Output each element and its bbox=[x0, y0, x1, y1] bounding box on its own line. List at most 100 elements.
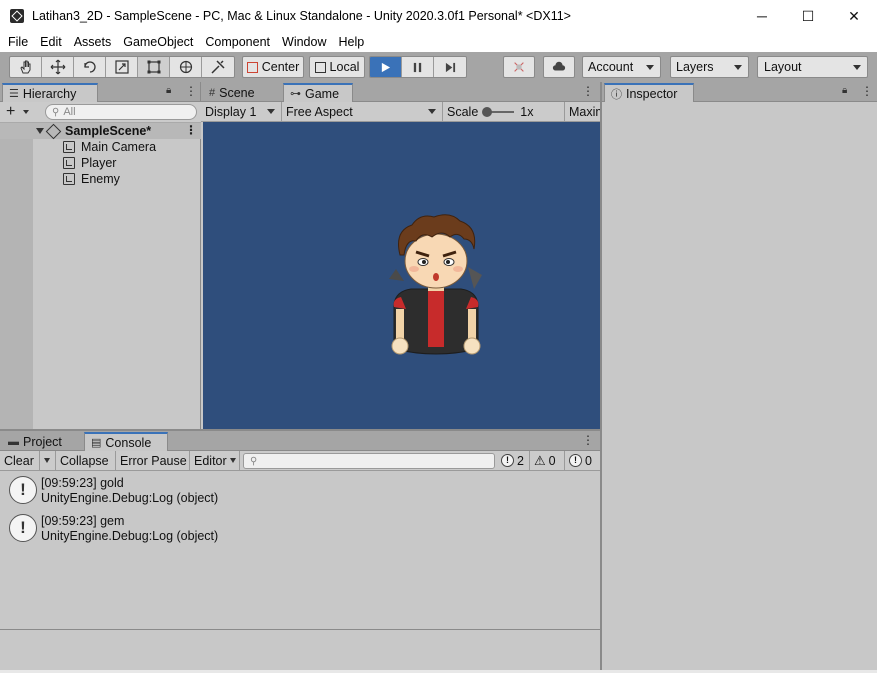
chevron-down-icon bbox=[44, 458, 50, 463]
step-button[interactable] bbox=[434, 57, 466, 77]
menu-window[interactable]: Window bbox=[276, 35, 332, 49]
account-dropdown[interactable]: Account bbox=[582, 56, 661, 78]
info-message-icon: ! bbox=[9, 514, 37, 542]
display-label: Display 1 bbox=[205, 104, 257, 119]
scene-tab-label: Scene bbox=[219, 85, 255, 100]
collab-button[interactable] bbox=[503, 56, 535, 78]
info-message-icon: ! bbox=[9, 476, 37, 504]
clear-button[interactable]: Clear bbox=[0, 451, 40, 470]
grid-icon: # bbox=[209, 86, 216, 99]
unity-logo-icon bbox=[10, 9, 24, 23]
display-dropdown[interactable]: Display 1 bbox=[201, 102, 282, 121]
expand-arrow-icon[interactable] bbox=[36, 128, 44, 134]
scale-tool-icon[interactable] bbox=[106, 57, 138, 77]
hierarchy-search-input[interactable]: ⚲ All bbox=[45, 104, 197, 120]
close-button[interactable]: ✕ bbox=[831, 0, 877, 32]
maximize-button[interactable]: ☐ bbox=[785, 0, 831, 32]
game-viewport[interactable] bbox=[203, 122, 600, 429]
gameobject-icon bbox=[63, 141, 75, 153]
hierarchy-item-label: Main Camera bbox=[81, 140, 157, 154]
folder-icon: ▬ bbox=[8, 435, 19, 448]
hierarchy-panel: ☰ Hierarchy 🔒︎ ⋮ + ⚲ All SampleScene* ⋮ … bbox=[0, 82, 201, 429]
tab-hierarchy[interactable]: ☰ Hierarchy bbox=[2, 83, 98, 102]
maximize-on-play-button[interactable]: Maximi bbox=[565, 102, 600, 121]
transform-tool-icon[interactable] bbox=[170, 57, 202, 77]
minimize-button[interactable]: ─ bbox=[739, 0, 785, 32]
step-icon bbox=[445, 62, 455, 72]
clear-label: Clear bbox=[4, 453, 34, 468]
rotate-tool-icon[interactable] bbox=[74, 57, 106, 77]
hierarchy-search-placeholder: All bbox=[63, 106, 76, 118]
more-options-icon[interactable]: ⋮ bbox=[185, 84, 197, 98]
console-tabbar: ▬ Project ▤ Console ⋮ bbox=[0, 431, 600, 451]
info-icon: ⓘ bbox=[611, 88, 622, 101]
tab-scene[interactable]: # Scene bbox=[203, 83, 281, 102]
hierarchy-item-label: Player bbox=[81, 156, 117, 170]
more-options-icon[interactable]: ⋮ bbox=[185, 123, 197, 137]
error-pause-toggle[interactable]: Error Pause bbox=[116, 451, 190, 470]
scale-slider-track[interactable] bbox=[482, 106, 515, 117]
layout-dropdown[interactable]: Layout bbox=[757, 56, 868, 78]
console-tab-label: Console bbox=[105, 435, 152, 450]
error-filter-toggle[interactable]: ! 0 bbox=[565, 451, 600, 470]
error-circle-icon: ! bbox=[569, 454, 582, 467]
log-count: 2 bbox=[517, 453, 524, 468]
custom-tool-icon[interactable] bbox=[202, 57, 234, 77]
more-options-icon[interactable]: ⋮ bbox=[861, 84, 873, 98]
editor-dropdown[interactable]: Editor bbox=[190, 451, 240, 470]
lock-icon[interactable]: 🔒︎ bbox=[166, 85, 171, 96]
chevron-down-icon[interactable] bbox=[23, 110, 29, 114]
main-toolbar: Center Local Account Layers Layout bbox=[0, 52, 877, 82]
collapse-toggle[interactable]: Collapse bbox=[56, 451, 116, 470]
more-options-icon[interactable]: ⋮ bbox=[582, 433, 594, 447]
clear-options-dropdown[interactable] bbox=[40, 451, 56, 470]
tab-console[interactable]: ▤ Console bbox=[84, 432, 168, 451]
error-pause-label: Error Pause bbox=[120, 453, 187, 468]
scene-name: SampleScene* bbox=[65, 124, 152, 138]
lock-icon[interactable]: 🔒︎ bbox=[842, 85, 847, 96]
hierarchy-tabbar: ☰ Hierarchy 🔒︎ ⋮ bbox=[0, 82, 200, 102]
layers-dropdown[interactable]: Layers bbox=[670, 56, 749, 78]
play-button[interactable] bbox=[370, 57, 402, 77]
hierarchy-item-player[interactable]: Player bbox=[0, 155, 201, 171]
warning-triangle-icon: ⚠ bbox=[534, 453, 546, 468]
tab-project[interactable]: ▬ Project bbox=[2, 432, 82, 451]
hand-tool-icon[interactable] bbox=[10, 57, 42, 77]
log-message: [09:59:23] gem bbox=[41, 514, 125, 528]
add-object-button[interactable]: + bbox=[6, 102, 15, 121]
rect-tool-icon[interactable] bbox=[138, 57, 170, 77]
chevron-down-icon bbox=[734, 65, 742, 70]
menu-edit[interactable]: Edit bbox=[34, 35, 68, 49]
search-icon: ⚲ bbox=[250, 455, 258, 467]
menu-assets[interactable]: Assets bbox=[68, 35, 118, 49]
hierarchy-item-main-camera[interactable]: Main Camera bbox=[0, 139, 201, 155]
menu-bar: File Edit Assets GameObject Component Wi… bbox=[0, 32, 877, 52]
pause-button[interactable] bbox=[402, 57, 434, 77]
tab-game[interactable]: ⊶ Game bbox=[283, 83, 353, 102]
pivot-rotation-button[interactable]: Local bbox=[309, 56, 365, 78]
warning-count: 0 bbox=[548, 453, 556, 468]
gameobject-icon bbox=[63, 157, 75, 169]
game-tabbar: # Scene ⊶ Game ⋮ bbox=[201, 82, 600, 102]
pivot-mode-button[interactable]: Center bbox=[242, 56, 304, 78]
scene-row[interactable]: SampleScene* ⋮ bbox=[0, 123, 201, 139]
console-log-entry[interactable]: ! [09:59:23] gold UnityEngine.Debug:Log … bbox=[0, 473, 600, 509]
hierarchy-item-enemy[interactable]: Enemy bbox=[0, 171, 201, 187]
list-icon: ☰ bbox=[9, 88, 19, 100]
menu-component[interactable]: Component bbox=[199, 35, 276, 49]
log-filter-toggle[interactable]: ! 2 bbox=[497, 451, 530, 470]
menu-help[interactable]: Help bbox=[332, 35, 370, 49]
tab-inspector[interactable]: ⓘ Inspector bbox=[604, 83, 694, 102]
menu-file[interactable]: File bbox=[0, 35, 34, 49]
menu-gameobject[interactable]: GameObject bbox=[117, 35, 199, 49]
move-tool-icon[interactable] bbox=[42, 57, 74, 77]
console-log-entry[interactable]: ! [09:59:23] gem UnityEngine.Debug:Log (… bbox=[0, 511, 600, 547]
scale-slider[interactable]: Scale 1x bbox=[443, 102, 565, 121]
aspect-dropdown[interactable]: Free Aspect bbox=[282, 102, 443, 121]
cloud-button[interactable] bbox=[543, 56, 575, 78]
console-search-input[interactable]: ⚲ bbox=[243, 453, 495, 469]
slider-thumb[interactable] bbox=[482, 106, 493, 117]
more-options-icon[interactable]: ⋮ bbox=[582, 84, 594, 98]
console-detail-divider[interactable] bbox=[0, 629, 600, 630]
warning-filter-toggle[interactable]: ⚠ 0 bbox=[530, 451, 565, 470]
